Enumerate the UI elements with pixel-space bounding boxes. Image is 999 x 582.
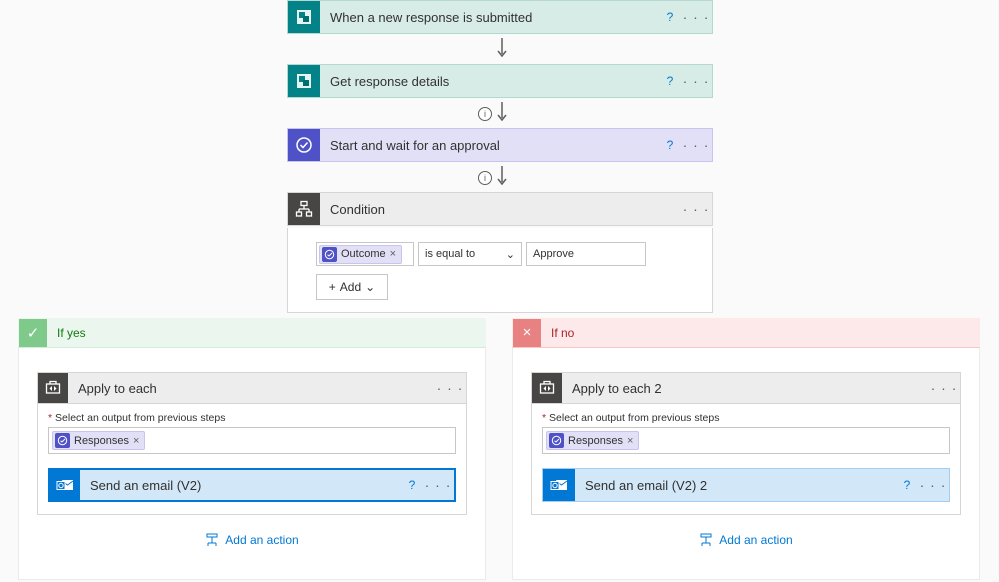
get-details-title: Get response details <box>320 74 660 89</box>
apply-to-each-2-step[interactable]: Apply to each 2 · · · <box>531 372 961 404</box>
add-action-button[interactable]: Add an action <box>531 533 961 547</box>
if-yes-header: ✓ If yes <box>18 318 486 348</box>
check-icon: ✓ <box>19 319 47 347</box>
approval-more[interactable]: · · · <box>680 137 712 153</box>
get-details-step[interactable]: Get response details ? · · · <box>287 64 713 98</box>
ate-2-more[interactable]: · · · <box>928 380 960 396</box>
send-email-title: Send an email (V2) <box>80 478 402 493</box>
condition-left-operand[interactable]: Outcome × <box>316 242 414 266</box>
operator-select[interactable]: is equal to ⌄ <box>418 242 522 266</box>
output-field-label: * Select an output from previous steps <box>48 412 456 424</box>
add-label: Add <box>340 280 361 294</box>
condition-value: Approve <box>533 248 574 260</box>
help-icon[interactable]: ? <box>897 478 917 492</box>
add-action-icon <box>205 533 219 547</box>
operator-value: is equal to <box>425 248 475 260</box>
plus-icon: + <box>329 280 336 294</box>
apply-to-each-2-body: * Select an output from previous steps R… <box>531 404 961 515</box>
outlook-icon <box>50 470 80 500</box>
add-condition-button[interactable]: + Add ⌄ <box>316 274 388 300</box>
if-yes-label: If yes <box>57 326 86 340</box>
responses-token-label: Responses <box>74 435 129 447</box>
send-email-2-step[interactable]: Send an email (V2) 2 ? · · · <box>542 468 950 502</box>
apply-to-each-body: * Select an output from previous steps R… <box>37 404 467 515</box>
send-email-2-title: Send an email (V2) 2 <box>575 478 897 493</box>
approval-token-icon <box>55 433 70 448</box>
help-icon[interactable]: ? <box>660 138 680 152</box>
forms-icon <box>288 65 320 97</box>
chevron-down-icon: ⌄ <box>506 248 515 261</box>
email-2-more[interactable]: · · · <box>917 477 949 493</box>
chevron-down-icon: ⌄ <box>365 280 375 294</box>
apply-to-each-step[interactable]: Apply to each · · · <box>37 372 467 404</box>
apply-to-each-title: Apply to each <box>68 381 434 396</box>
add-action-label: Add an action <box>225 533 298 547</box>
if-no-body: Apply to each 2 · · · * Select an output… <box>512 348 980 580</box>
condition-value-input[interactable]: Approve <box>526 242 646 266</box>
help-icon[interactable]: ? <box>660 74 680 88</box>
apply-to-each-2-title: Apply to each 2 <box>562 381 928 396</box>
help-icon[interactable]: ? <box>660 10 680 24</box>
add-action-icon <box>699 533 713 547</box>
output-field-label: * Select an output from previous steps <box>542 412 950 424</box>
responses-token[interactable]: Responses × <box>546 431 639 450</box>
add-action-button[interactable]: Add an action <box>37 533 467 547</box>
trigger-step[interactable]: When a new response is submitted ? · · · <box>287 0 713 34</box>
approval-title: Start and wait for an approval <box>320 138 660 153</box>
connector-arrow <box>497 166 503 188</box>
condition-title: Condition <box>320 202 680 217</box>
trigger-title: When a new response is submitted <box>320 10 660 25</box>
approval-token-icon <box>549 433 564 448</box>
info-icon[interactable]: i <box>478 171 492 185</box>
loop-icon <box>532 373 562 403</box>
get-details-more[interactable]: · · · <box>680 73 712 89</box>
condition-more[interactable]: · · · <box>680 201 712 217</box>
email-more[interactable]: · · · <box>422 477 454 493</box>
output-field-input[interactable]: Responses × <box>542 427 950 454</box>
ate-more[interactable]: · · · <box>434 380 466 396</box>
loop-icon <box>38 373 68 403</box>
condition-icon <box>288 193 320 225</box>
if-no-label: If no <box>551 326 574 340</box>
remove-token[interactable]: × <box>390 248 396 260</box>
responses-token-label: Responses <box>568 435 623 447</box>
outcome-token[interactable]: Outcome × <box>319 245 402 264</box>
output-field-input[interactable]: Responses × <box>48 427 456 454</box>
connector-arrow <box>497 102 503 124</box>
flow-canvas: When a new response is submitted ? · · ·… <box>0 0 999 582</box>
info-icon[interactable]: i <box>478 107 492 121</box>
approval-step[interactable]: Start and wait for an approval ? · · · <box>287 128 713 162</box>
outcome-token-label: Outcome <box>341 248 386 260</box>
remove-token[interactable]: × <box>627 435 633 447</box>
responses-token[interactable]: Responses × <box>52 431 145 450</box>
approval-icon <box>288 129 320 161</box>
condition-row: Outcome × is equal to ⌄ Approve <box>316 242 684 266</box>
condition-body: Outcome × is equal to ⌄ Approve + Add ⌄ <box>287 228 713 313</box>
outlook-icon <box>543 469 575 501</box>
send-email-step[interactable]: Send an email (V2) ? · · · <box>48 468 456 502</box>
add-action-label: Add an action <box>719 533 792 547</box>
help-icon[interactable]: ? <box>402 478 422 492</box>
connector-arrow <box>497 38 503 60</box>
forms-icon <box>288 1 320 33</box>
condition-step[interactable]: Condition · · · <box>287 192 713 226</box>
approval-token-icon <box>322 247 337 262</box>
close-icon: × <box>513 319 541 347</box>
trigger-more[interactable]: · · · <box>680 9 712 25</box>
if-yes-body: Apply to each · · · * Select an output f… <box>18 348 486 580</box>
if-no-header: × If no <box>512 318 980 348</box>
remove-token[interactable]: × <box>133 435 139 447</box>
